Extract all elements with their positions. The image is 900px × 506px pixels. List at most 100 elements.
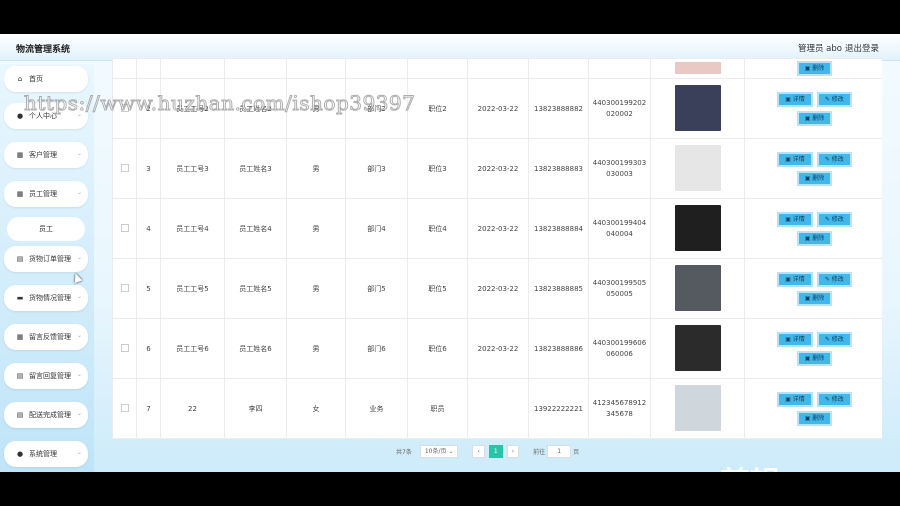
employee-table-panel: ▣ 删除 2 员工工号2 员工姓名2 男部门2 职位2 2022-03-22 1382388…: [112, 58, 882, 439]
delete-button[interactable]: ▣ 删除: [796, 350, 833, 366]
employee-phone: 13823888882: [534, 104, 583, 113]
employee-photo: [674, 144, 721, 191]
sidebar-item-5[interactable]: ▬ 货物情况管理 ⌄: [4, 285, 88, 311]
row-checkbox[interactable]: [120, 403, 129, 412]
chevron-down-icon: ⌄: [76, 189, 82, 196]
row-checkbox[interactable]: [120, 163, 129, 172]
prev-page-button[interactable]: ‹: [472, 444, 485, 458]
row-checkbox[interactable]: [120, 343, 129, 352]
chevron-down-icon: ⌄: [448, 447, 454, 455]
employee-name: 员工姓名4: [239, 224, 272, 233]
employee-dept: 部门5: [367, 284, 386, 293]
detail-button[interactable]: ▣ 详情: [777, 151, 813, 167]
employee-position: 职员: [430, 404, 445, 413]
employee-phone: 13922222221: [534, 404, 583, 413]
trash-icon: ▣: [804, 114, 811, 122]
employee-sex: 男: [312, 164, 320, 173]
table-row: 7 22 李四 女 业务 职员 13922222221 412345678912345678 ▣…: [112, 378, 882, 439]
chevron-down-icon: ⌄: [76, 254, 82, 261]
sidebar-item-2[interactable]: ▦ 客户管理 ⌄: [4, 142, 88, 168]
sidebar-item-4[interactable]: ▤ 货物订单管理 ⌄: [4, 246, 88, 272]
doc-icon: ▣: [785, 335, 791, 343]
sidebar-item-label: 货物情况管理: [29, 294, 71, 302]
employee-phone: 13823888883: [534, 164, 583, 173]
delete-button[interactable]: ▣ 删除: [796, 290, 833, 306]
sidebar-item-9[interactable]: ● 系统管理 ⌄: [4, 441, 88, 467]
employee-name: 员工姓名6: [239, 344, 272, 353]
trash-icon: ▣: [804, 234, 811, 242]
table-row: 4 员工工号4 员工姓名4 男 部门4 职位4 2022-03-22 13823888884 4…: [112, 198, 882, 259]
pencil-icon: ✎: [824, 95, 830, 103]
employee-name: 李四: [248, 404, 263, 413]
employee-idcard: 440300199606060006: [592, 338, 647, 358]
sidebar-item-0[interactable]: ⌂ 首页: [4, 66, 88, 92]
employee-phone: 13823888884: [534, 224, 583, 233]
employee-idcard: 440300199505050005: [592, 278, 647, 298]
employee-name: 员工姓名3: [239, 164, 272, 173]
logout-link[interactable]: 退出登录: [845, 42, 879, 54]
sidebar-item-label: 客户管理: [29, 151, 57, 159]
delete-button[interactable]: ▣ 删除: [796, 230, 833, 246]
goto-page-input[interactable]: 1: [547, 444, 572, 458]
pencil-icon: ✎: [824, 215, 830, 223]
grid-icon: ▦: [16, 151, 24, 159]
table-row: 5 员工工号5 员工姓名5 男 部门5 职位5 2022-03-22 13823888885 4…: [112, 258, 882, 319]
detail-button[interactable]: ▣ 详情: [777, 391, 813, 407]
employee-position: 职位2: [428, 104, 447, 113]
employee-photo: [674, 324, 721, 371]
employee-idcard: 412345678912345678: [592, 398, 647, 418]
sidebar-item-label: 首页: [29, 75, 43, 83]
trash-icon: ▣: [804, 65, 811, 72]
detail-button[interactable]: ▣ 详情: [777, 211, 813, 227]
chevron-down-icon: ⌄: [76, 371, 82, 378]
sidebar-item-6[interactable]: ▦ 留言反馈管理 ⌄: [4, 324, 88, 350]
sidebar-item-7[interactable]: ▤ 留言回复管理 ⌄: [4, 363, 88, 389]
page-1-button[interactable]: 1: [488, 444, 503, 458]
detail-button[interactable]: ▣ 详情: [777, 91, 813, 107]
edit-button[interactable]: ✎ 修改: [816, 271, 852, 287]
delete-button[interactable]: ▣ 删除: [796, 410, 833, 426]
employee-name: 员工姓名5: [239, 284, 272, 293]
row-checkbox[interactable]: [120, 223, 129, 232]
employee-sex: 男: [312, 224, 320, 233]
detail-button[interactable]: ▣ 详情: [777, 271, 813, 287]
employee-sex: 男: [312, 284, 320, 293]
ev-editor-watermark: ev剪辑: [680, 458, 780, 472]
user-icon: ●: [16, 450, 24, 458]
employee-phone: 13823888886: [534, 344, 583, 353]
delete-button[interactable]: ▣ 删除: [796, 110, 833, 126]
sidebar-subitem-employee[interactable]: 员工: [7, 217, 85, 241]
goto-label: 前往: [533, 448, 546, 456]
next-page-button[interactable]: ›: [506, 444, 520, 458]
doc-icon: ▣: [785, 155, 791, 163]
employee-date: 2022-03-22: [477, 284, 519, 293]
delete-button[interactable]: ▣ 删除: [796, 170, 833, 186]
sidebar-item-3[interactable]: ▦ 员工管理 ⌄: [4, 181, 88, 207]
employee-sex: 男: [312, 344, 320, 353]
total-count: 共7条: [396, 448, 412, 456]
employee-photo: [674, 204, 721, 251]
doc-icon: ▣: [785, 215, 791, 223]
employee-date: 2022-03-22: [477, 104, 519, 113]
doc-icon: ▤: [16, 372, 24, 380]
row-index: 5: [146, 284, 151, 293]
edit-button[interactable]: ✎ 修改: [816, 391, 852, 407]
employee-date: 2022-03-22: [477, 344, 519, 353]
employee-photo: [674, 84, 721, 131]
detail-button[interactable]: ▣ 详情: [777, 331, 813, 347]
employee-position: 职位6: [428, 344, 447, 353]
row-checkbox[interactable]: [120, 283, 129, 292]
grid-icon: ▦: [16, 333, 24, 341]
edit-button[interactable]: ✎ 修改: [816, 331, 852, 347]
employee-position: 职位3: [428, 164, 447, 173]
edit-button[interactable]: ✎ 修改: [816, 151, 852, 167]
admin-label: 管理员 abo: [797, 44, 842, 54]
edit-button[interactable]: ✎ 修改: [816, 91, 852, 107]
delete-button[interactable]: ▣ 删除: [796, 61, 833, 76]
edit-button[interactable]: ✎ 修改: [816, 211, 852, 227]
table-row-partial: ▣ 删除: [112, 58, 882, 79]
page-size-select[interactable]: 10条/页 ⌄: [419, 444, 459, 458]
box-icon: ▬: [16, 294, 24, 302]
pencil-icon: ✎: [824, 335, 830, 343]
sidebar-item-8[interactable]: ▤ 配送完成管理 ⌄: [4, 402, 88, 428]
